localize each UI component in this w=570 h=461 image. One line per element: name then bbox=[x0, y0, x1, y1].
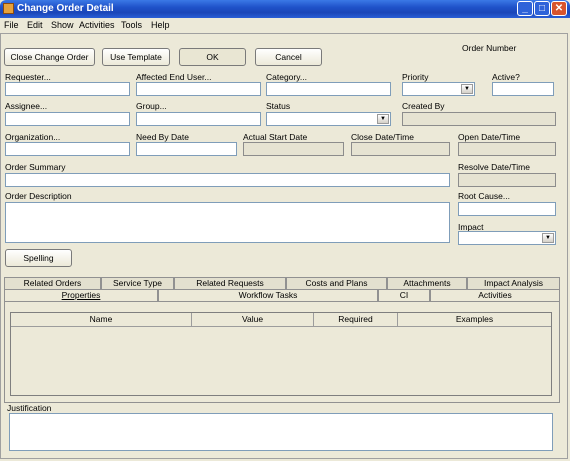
order-number-label: Order Number bbox=[462, 43, 517, 53]
menu-tools[interactable]: Tools bbox=[121, 20, 142, 30]
actual-start-date-label: Actual Start Date bbox=[243, 132, 308, 142]
menu-activities[interactable]: Activities bbox=[79, 20, 115, 30]
order-description-label: Order Description bbox=[5, 191, 72, 201]
requester-label[interactable]: Requester... bbox=[5, 72, 51, 82]
column-required[interactable]: Required bbox=[314, 313, 398, 327]
tab-related-orders[interactable]: Related Orders bbox=[4, 277, 101, 289]
priority-label: Priority bbox=[402, 72, 429, 82]
created-by-label: Created By bbox=[402, 101, 445, 111]
chevron-down-icon[interactable]: ▼ bbox=[461, 84, 473, 94]
ok-button[interactable]: OK bbox=[179, 48, 246, 66]
category-input[interactable] bbox=[266, 82, 391, 96]
app-icon bbox=[3, 3, 14, 14]
properties-table[interactable]: Name Value Required Examples bbox=[10, 312, 552, 396]
assignee-label[interactable]: Assignee... bbox=[5, 101, 47, 111]
order-summary-input[interactable] bbox=[5, 173, 450, 187]
resolve-date-time-field bbox=[458, 173, 556, 187]
organization-input[interactable] bbox=[5, 142, 130, 156]
organization-label[interactable]: Organization... bbox=[5, 132, 60, 142]
order-summary-label: Order Summary bbox=[5, 162, 66, 172]
tab-workflow-tasks[interactable]: Workflow Tasks bbox=[158, 289, 378, 301]
tab-impact-analysis[interactable]: Impact Analysis bbox=[467, 277, 560, 289]
column-name[interactable]: Name bbox=[11, 313, 192, 327]
use-template-button[interactable]: Use Template bbox=[102, 48, 170, 66]
minimize-icon[interactable]: _ bbox=[517, 1, 533, 16]
actual-start-date-field bbox=[243, 142, 344, 156]
status-label: Status bbox=[266, 101, 291, 111]
close-date-time-label: Close Date/Time bbox=[351, 132, 414, 142]
close-change-order-button[interactable]: Close Change Order bbox=[4, 48, 95, 66]
menu-help[interactable]: Help bbox=[151, 20, 170, 30]
tab-service-type[interactable]: Service Type bbox=[101, 277, 174, 289]
table-header: Name Value Required Examples bbox=[11, 313, 551, 327]
need-by-date-label: Need By Date bbox=[136, 132, 189, 142]
justification-textarea[interactable] bbox=[9, 413, 553, 451]
order-description-textarea[interactable] bbox=[5, 202, 450, 243]
close-date-time-field bbox=[351, 142, 450, 156]
tab-attachments[interactable]: Attachments bbox=[387, 277, 467, 289]
tab-activities[interactable]: Activities bbox=[430, 289, 560, 301]
spelling-button[interactable]: Spelling bbox=[5, 249, 72, 267]
menu-edit[interactable]: Edit bbox=[27, 20, 43, 30]
menu-file[interactable]: File bbox=[4, 20, 19, 30]
affected-end-user-label[interactable]: Affected End User... bbox=[136, 72, 211, 82]
impact-select[interactable]: ▼ bbox=[458, 231, 556, 245]
assignee-input[interactable] bbox=[5, 112, 130, 126]
resolve-date-time-label: Resolve Date/Time bbox=[458, 162, 530, 172]
affected-end-user-input[interactable] bbox=[136, 82, 261, 96]
tab-related-requests[interactable]: Related Requests bbox=[174, 277, 286, 289]
category-label[interactable]: Category... bbox=[266, 72, 307, 82]
chevron-down-icon[interactable]: ▼ bbox=[542, 233, 554, 243]
need-by-date-input[interactable] bbox=[136, 142, 237, 156]
tab-costs-and-plans[interactable]: Costs and Plans bbox=[286, 277, 387, 289]
cancel-button[interactable]: Cancel bbox=[255, 48, 322, 66]
window-title: Change Order Detail bbox=[17, 3, 114, 14]
root-cause-label[interactable]: Root Cause... bbox=[458, 191, 510, 201]
created-by-field bbox=[402, 112, 556, 126]
root-cause-input[interactable] bbox=[458, 202, 556, 216]
justification-label: Justification bbox=[7, 403, 52, 413]
menu-bar: File Edit Show Activities Tools Help bbox=[0, 18, 570, 33]
column-value[interactable]: Value bbox=[192, 313, 314, 327]
close-icon[interactable]: ✕ bbox=[551, 1, 567, 16]
group-label[interactable]: Group... bbox=[136, 101, 167, 111]
tab-ci[interactable]: CI bbox=[378, 289, 430, 301]
open-date-time-field bbox=[458, 142, 556, 156]
tab-properties[interactable]: Properties bbox=[4, 289, 158, 301]
active-input[interactable] bbox=[492, 82, 554, 96]
open-date-time-label: Open Date/Time bbox=[458, 132, 521, 142]
group-input[interactable] bbox=[136, 112, 261, 126]
maximize-icon[interactable]: □ bbox=[534, 1, 550, 16]
status-select[interactable]: ▼ bbox=[266, 112, 391, 126]
active-label: Active? bbox=[492, 72, 520, 82]
menu-show[interactable]: Show bbox=[51, 20, 74, 30]
priority-select[interactable]: ▼ bbox=[402, 82, 475, 96]
chevron-down-icon[interactable]: ▼ bbox=[377, 114, 389, 124]
requester-input[interactable] bbox=[5, 82, 130, 96]
title-bar: Change Order Detail _ □ ✕ bbox=[0, 0, 570, 18]
column-examples[interactable]: Examples bbox=[398, 313, 551, 327]
